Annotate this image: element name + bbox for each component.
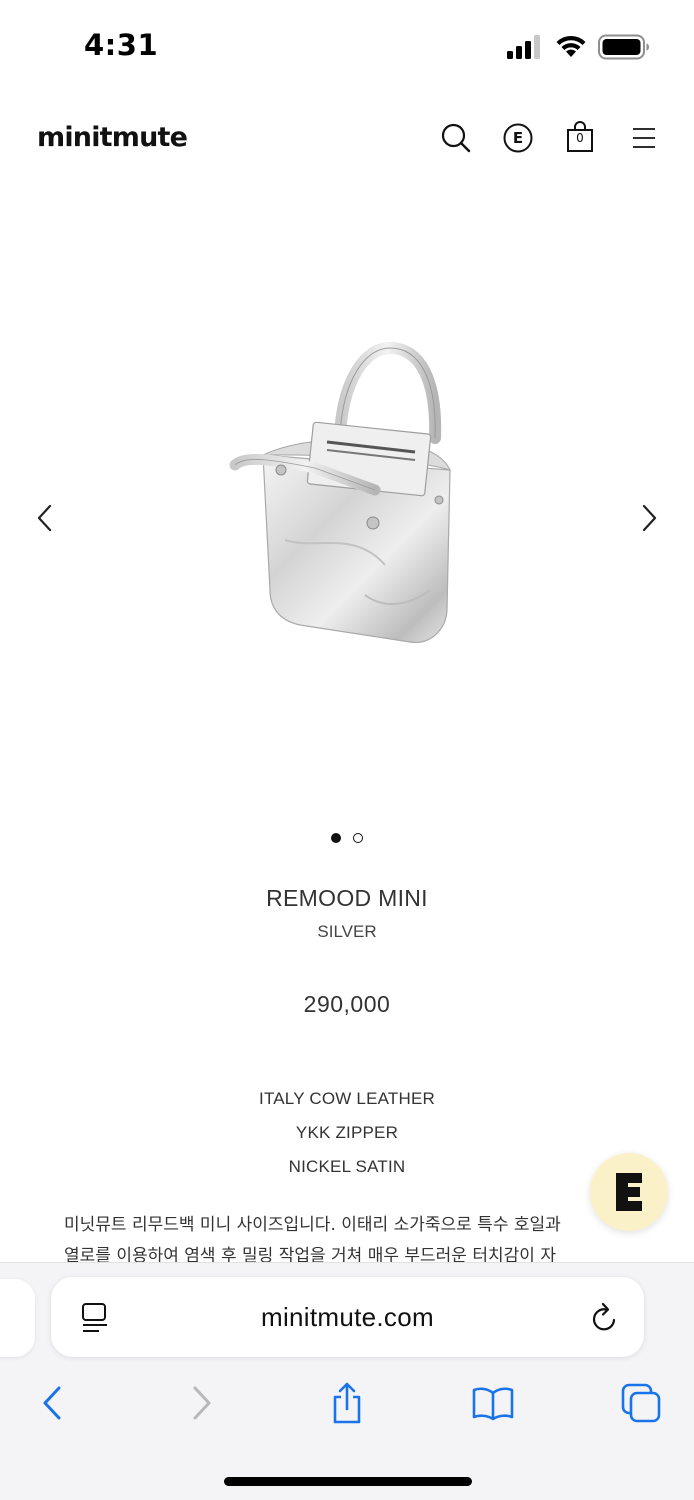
silver-tote-bag-image: [229, 341, 451, 643]
e-circle-letter: E: [512, 129, 524, 147]
home-indicator[interactable]: [224, 1477, 472, 1486]
menu-button[interactable]: [624, 118, 664, 158]
product-gallery[interactable]: [0, 190, 694, 850]
description-line: 열로를 이용하여 염색 후 밀링 작업을 거쳐 매우 부드러운 터치감이 자: [64, 1246, 556, 1262]
spec-item: YKK ZIPPER: [295, 1123, 399, 1142]
product-price: 290,000: [303, 991, 391, 1017]
floating-chat-button[interactable]: [590, 1153, 668, 1231]
wifi-icon: [556, 35, 586, 57]
product-description: 미닛뮤트 리무드백 미니 사이즈입니다. 이태리 소가죽으로 특수 호일과 열로…: [64, 1210, 664, 1262]
share-button[interactable]: [317, 1375, 377, 1431]
description-line: 미닛뮤트 리무드백 미니 사이즈입니다. 이태리 소가죽으로 특수 호일과: [64, 1215, 561, 1235]
forward-button[interactable]: [172, 1375, 232, 1431]
search-button[interactable]: [436, 118, 476, 158]
chevron-left-icon: [37, 504, 52, 532]
gallery-dot[interactable]: [353, 833, 363, 843]
status-time: 4:31: [84, 28, 159, 62]
share-icon: [333, 1382, 361, 1424]
tabs-button[interactable]: [611, 1375, 671, 1431]
gallery-pagination: [0, 833, 694, 847]
e-circle-button[interactable]: E: [498, 118, 538, 158]
cellular-signal-icon: [507, 35, 540, 59]
status-bar: 4:31: [0, 0, 694, 94]
e-logo-icon: [616, 1173, 642, 1211]
chevron-right-icon: [642, 504, 657, 532]
product-specs: ITALY COW LEATHER YKK ZIPPER NICKEL SATI…: [0, 1082, 694, 1184]
back-arrow-icon: [43, 1386, 61, 1420]
cart-count-badge: 0: [576, 131, 584, 145]
browser-bottom-bar: minitmute.com: [0, 1262, 694, 1500]
search-icon: [441, 123, 471, 153]
gallery-next-button[interactable]: [629, 498, 669, 538]
back-button[interactable]: [22, 1375, 82, 1431]
url-text[interactable]: minitmute.com: [51, 1277, 644, 1357]
previous-tab-preview[interactable]: [0, 1279, 35, 1357]
battery-icon: [598, 34, 649, 60]
bookmarks-button[interactable]: [463, 1375, 523, 1431]
bookmarks-icon: [472, 1387, 514, 1421]
browser-toolbar: [0, 1375, 694, 1435]
gallery-prev-button[interactable]: [25, 498, 65, 538]
hamburger-menu-icon: [633, 128, 655, 148]
gallery-dot-active[interactable]: [331, 833, 341, 843]
product-info: REMOOD MINI SILVER 290,000 ITALY COW LEA…: [0, 880, 694, 1184]
forward-arrow-icon: [193, 1386, 211, 1420]
cart-button[interactable]: 0: [560, 118, 600, 158]
product-color: SILVER: [317, 922, 377, 941]
tabs-icon: [621, 1383, 661, 1423]
site-header: minitmute E 0: [0, 100, 694, 180]
site-logo[interactable]: minitmute: [37, 122, 188, 153]
product-name: REMOOD MINI: [266, 885, 428, 911]
spec-item: ITALY COW LEATHER: [259, 1089, 435, 1108]
address-bar[interactable]: minitmute.com: [51, 1277, 644, 1357]
spec-item: NICKEL SATIN: [288, 1157, 406, 1176]
reload-icon[interactable]: [589, 1301, 621, 1335]
